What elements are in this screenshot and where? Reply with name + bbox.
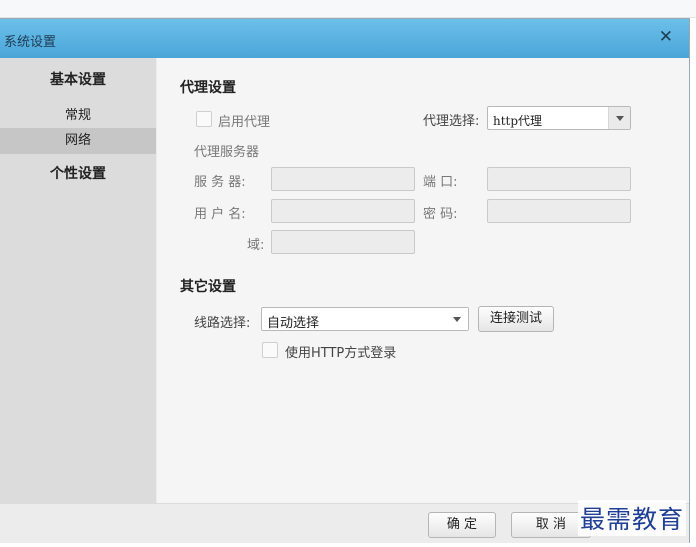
title-bar[interactable]: 系统设置 ✕ <box>0 19 689 58</box>
sidebar-group-personal[interactable]: 个性设置 <box>0 163 156 183</box>
username-input[interactable] <box>271 199 415 223</box>
http-login-checkbox[interactable] <box>262 342 278 358</box>
connection-test-button[interactable]: 连接测试 <box>478 306 554 332</box>
sidebar-item-network[interactable]: 网络 <box>0 128 156 154</box>
route-select[interactable]: 自动选择 <box>261 307 469 331</box>
close-icon[interactable]: ✕ <box>659 27 673 47</box>
network-settings-panel: 代理设置 启用代理 代理选择: http代理 代理服务器 服 务 器: 端 口:… <box>157 58 689 503</box>
other-section-title: 其它设置 <box>180 279 236 295</box>
proxy-select-label: 代理选择: <box>423 114 480 129</box>
port-input[interactable] <box>487 167 631 191</box>
ok-button[interactable]: 确 定 <box>428 512 496 538</box>
watermark-logo: 最需教育 <box>578 500 687 536</box>
port-label: 端 口: <box>423 175 458 190</box>
chevron-down-icon[interactable] <box>608 107 630 129</box>
route-label: 线路选择: <box>194 316 251 331</box>
top-strip <box>0 0 696 18</box>
sidebar-group-basic[interactable]: 基本设置 <box>0 69 156 89</box>
enable-proxy-checkbox[interactable] <box>196 111 212 127</box>
route-value: 自动选择 <box>267 316 320 331</box>
proxy-server-group-label: 代理服务器 <box>194 145 260 160</box>
proxy-type-value: http代理 <box>493 114 543 128</box>
http-login-label: 使用HTTP方式登录 <box>285 346 397 361</box>
proxy-type-select[interactable]: http代理 <box>487 106 631 130</box>
domain-label: 域: <box>247 238 265 253</box>
server-input[interactable] <box>271 167 415 191</box>
window-title: 系统设置 <box>4 35 57 50</box>
enable-proxy-label: 启用代理 <box>218 115 271 130</box>
sidebar-item-general[interactable]: 常规 <box>0 103 156 129</box>
proxy-section-title: 代理设置 <box>180 80 236 96</box>
domain-input[interactable] <box>271 230 415 254</box>
settings-dialog: 系统设置 ✕ 基本设置 常规 网络 个性设置 代理设置 启用代理 代理选择: h… <box>0 18 690 543</box>
password-input[interactable] <box>487 199 631 223</box>
server-label: 服 务 器: <box>194 175 246 190</box>
sidebar: 基本设置 常规 网络 个性设置 <box>0 58 156 503</box>
password-label: 密 码: <box>423 207 458 222</box>
chevron-down-icon[interactable] <box>446 308 468 330</box>
username-label: 用 户 名: <box>194 207 246 222</box>
